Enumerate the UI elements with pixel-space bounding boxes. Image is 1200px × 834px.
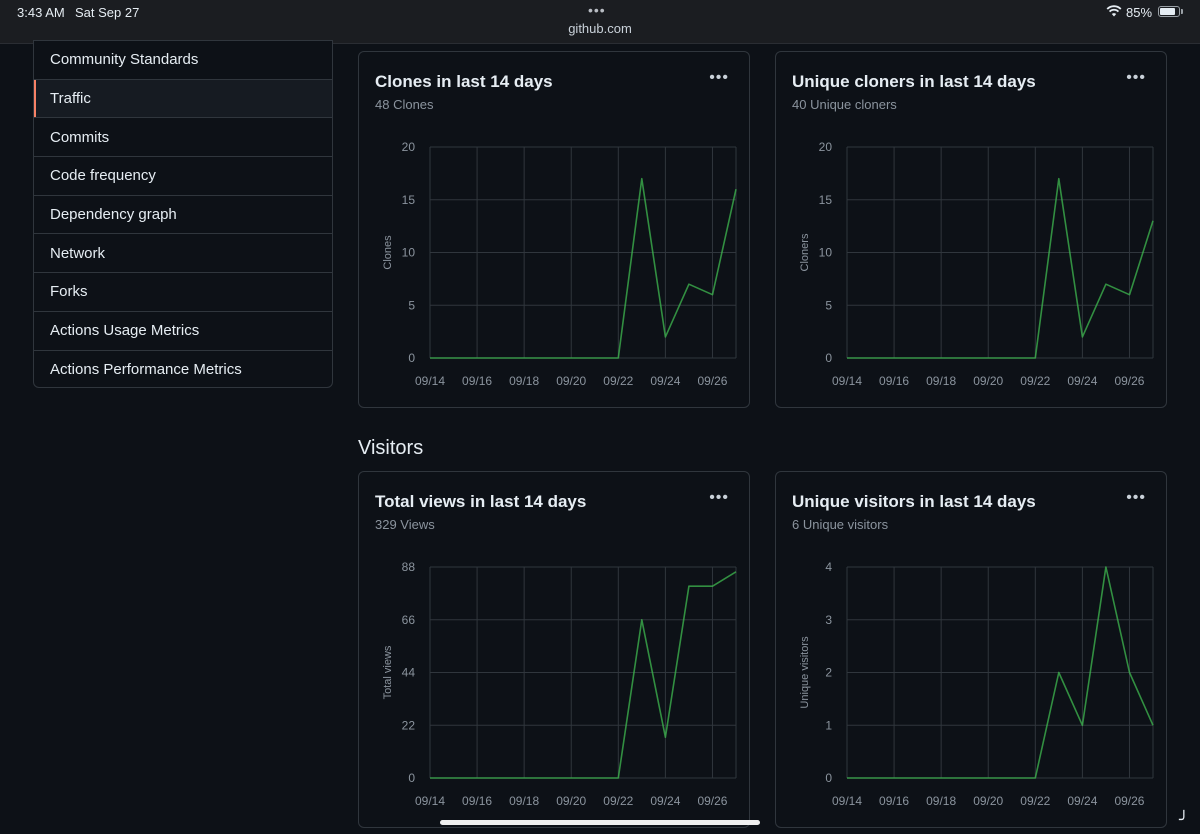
x-tick-label: 09/14 <box>832 794 862 808</box>
series-line <box>847 177 1154 359</box>
total-views-card: Total views in last 14 days 329 Views ••… <box>358 471 750 828</box>
status-bar: 3:43 AM Sat Sep 27 ••• github.com 85% <box>0 0 1200 44</box>
unique-cloners-card: Unique cloners in last 14 days 40 Unique… <box>775 51 1167 408</box>
x-tick-label: 09/20 <box>973 374 1003 388</box>
y-tick-label: 15 <box>819 193 833 207</box>
ellipsis-icon[interactable]: ••• <box>588 2 606 18</box>
y-axis-label: Clones <box>382 235 394 270</box>
y-tick-label: 66 <box>402 613 416 627</box>
series-line <box>430 571 737 779</box>
battery-level <box>1160 8 1176 15</box>
x-tick-label: 09/22 <box>1020 374 1050 388</box>
y-tick-label: 15 <box>402 193 416 207</box>
y-tick-label: 2 <box>825 666 832 680</box>
y-tick-label: 0 <box>825 771 832 785</box>
y-axis-label: Total views <box>382 645 394 699</box>
x-tick-label: 09/16 <box>879 794 909 808</box>
x-tick-label: 09/24 <box>650 794 680 808</box>
sidebar-item-community-standards[interactable]: Community Standards <box>34 41 332 80</box>
y-tick-label: 0 <box>408 771 415 785</box>
x-tick-label: 09/16 <box>879 374 909 388</box>
x-tick-label: 09/26 <box>697 374 727 388</box>
x-tick-label: 09/26 <box>1114 374 1144 388</box>
x-tick-label: 09/22 <box>603 374 633 388</box>
sidebar-item-actions-usage-metrics[interactable]: Actions Usage Metrics <box>34 312 332 351</box>
sidebar-item-traffic[interactable]: Traffic <box>34 79 332 119</box>
y-axis-label: Unique visitors <box>799 636 811 709</box>
battery-icon <box>1158 6 1180 17</box>
x-tick-label: 09/20 <box>556 374 586 388</box>
x-tick-label: 09/20 <box>973 794 1003 808</box>
y-tick-label: 20 <box>819 140 833 154</box>
status-time: 3:43 AM <box>17 5 65 20</box>
sidebar-item-code-frequency[interactable]: Code frequency <box>34 157 332 196</box>
unique-cloners-chart: 09/14 09/16 09/18 09/20 09/22 09/24 09/26 0 5 10 1… <box>799 140 1154 388</box>
x-tick-label: 09/16 <box>462 374 492 388</box>
insights-sidebar: Community Standards Traffic Commits Code fr… <box>33 40 333 388</box>
x-tick-label: 09/22 <box>603 794 633 808</box>
battery-percentage: 85% <box>1126 5 1153 20</box>
x-tick-label: 09/22 <box>1020 794 1050 808</box>
y-tick-label: 5 <box>408 298 415 312</box>
y-tick-label: 0 <box>825 351 832 365</box>
pencil-icon[interactable]: ╯ <box>1179 810 1189 830</box>
clones-card: Clones in last 14 days 48 Clones ••• 09/… <box>358 51 750 408</box>
y-tick-label: 22 <box>402 718 416 732</box>
y-tick-label: 5 <box>825 298 832 312</box>
x-tick-label: 09/24 <box>1067 794 1097 808</box>
y-tick-label: 44 <box>402 666 416 680</box>
address-bar-url[interactable]: github.com <box>0 21 1200 36</box>
x-tick-label: 09/18 <box>509 374 539 388</box>
total-views-chart: 09/14 09/16 09/18 09/20 09/22 09/24 09/26 0 22 44… <box>382 560 737 808</box>
y-tick-label: 10 <box>819 246 833 260</box>
series-line <box>430 177 737 359</box>
status-date: Sat Sep 27 <box>75 5 140 20</box>
visitors-heading: Visitors <box>358 437 424 459</box>
y-tick-label: 3 <box>825 613 832 627</box>
x-tick-label: 09/24 <box>650 374 680 388</box>
home-indicator[interactable] <box>440 820 760 825</box>
unique-visitors-chart: 09/14 09/16 09/18 09/20 09/22 09/24 09/26 0 1 2 3 4… <box>799 560 1154 808</box>
x-tick-label: 09/18 <box>509 794 539 808</box>
sidebar-item-dependency-graph[interactable]: Dependency graph <box>34 196 332 235</box>
y-tick-label: 0 <box>408 351 415 365</box>
x-tick-label: 09/24 <box>1067 374 1097 388</box>
x-tick-label: 09/14 <box>415 794 445 808</box>
y-tick-label: 1 <box>825 718 832 732</box>
unique-visitors-card: Unique visitors in last 14 days 6 Unique… <box>775 471 1167 828</box>
y-tick-label: 4 <box>825 560 832 574</box>
battery-cap <box>1181 9 1183 14</box>
sidebar-item-commits[interactable]: Commits <box>34 118 332 158</box>
clones-chart: 09/14 09/16 09/18 09/20 09/22 09/24 09/26 0 5 10 1… <box>382 140 737 388</box>
x-tick-label: 09/16 <box>462 794 492 808</box>
sidebar-item-forks[interactable]: Forks <box>34 273 332 312</box>
y-axis-label: Cloners <box>799 233 811 271</box>
x-tick-label: 09/14 <box>832 374 862 388</box>
x-tick-label: 09/26 <box>697 794 727 808</box>
y-tick-label: 20 <box>402 140 416 154</box>
y-tick-label: 10 <box>402 246 416 260</box>
x-tick-label: 09/18 <box>926 794 956 808</box>
y-tick-label: 88 <box>402 560 416 574</box>
x-tick-label: 09/18 <box>926 374 956 388</box>
x-tick-label: 09/14 <box>415 374 445 388</box>
sidebar-item-network[interactable]: Network <box>34 234 332 274</box>
sidebar-item-actions-performance-metrics[interactable]: Actions Performance Metrics <box>34 351 332 388</box>
x-tick-label: 09/26 <box>1114 794 1144 808</box>
x-tick-label: 09/20 <box>556 794 586 808</box>
wifi-icon <box>1106 5 1122 17</box>
